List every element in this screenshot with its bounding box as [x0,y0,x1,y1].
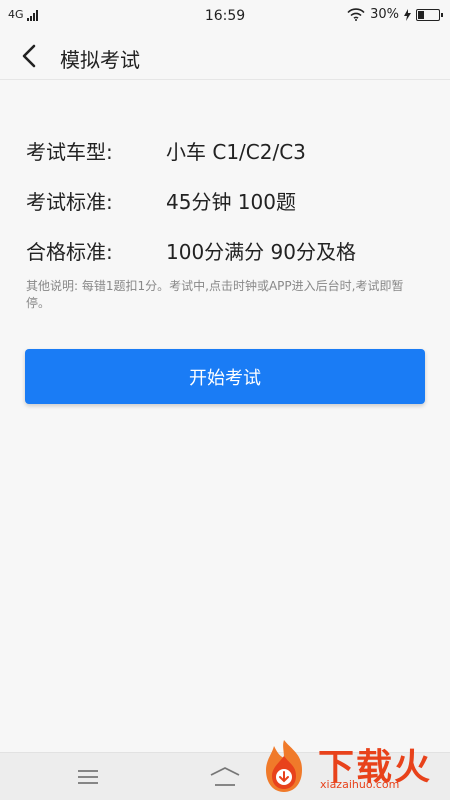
status-bar: 4G 16:59 30% [0,0,450,32]
battery-percent: 30% [370,7,399,22]
info-label: 合格标准: [26,239,113,264]
watermark-logo: 下载火 xiazaihuo.com [254,736,444,796]
status-right-group: 30% [347,7,443,22]
info-row-pass: 合格标准: 100分满分 90分及格 [26,225,426,275]
wifi-icon [347,8,365,21]
info-value: 100分满分 90分及格 [166,239,356,264]
flame-logo-icon [266,740,302,792]
watermark-domain: xiazaihuo.com [320,778,400,791]
chevron-left-icon [22,44,36,68]
info-row-standard: 考试标准: 45分钟 100题 [26,175,426,225]
page-title: 模拟考试 [60,48,140,72]
exam-note: 其他说明: 每错1题扣1分。考试中,点击时钟或APP进入后台时,考试即暂停。 [26,279,404,310]
menu-icon[interactable] [77,768,99,786]
info-label: 考试车型: [26,139,113,164]
exam-info: 考试车型: 小车 C1/C2/C3 考试标准: 45分钟 100题 合格标准: … [26,125,426,275]
back-button[interactable] [14,40,46,72]
info-row-vehicle: 考试车型: 小车 C1/C2/C3 [26,125,426,175]
home-icon[interactable] [209,765,241,789]
charging-icon [404,8,411,21]
nav-bar: 模拟考试 [0,32,450,80]
info-value: 45分钟 100题 [166,189,296,214]
battery-icon [416,8,443,21]
info-value: 小车 C1/C2/C3 [166,139,306,164]
battery-level [418,10,424,19]
info-label: 考试标准: [26,189,113,214]
start-exam-button[interactable]: 开始考试 [25,349,425,404]
